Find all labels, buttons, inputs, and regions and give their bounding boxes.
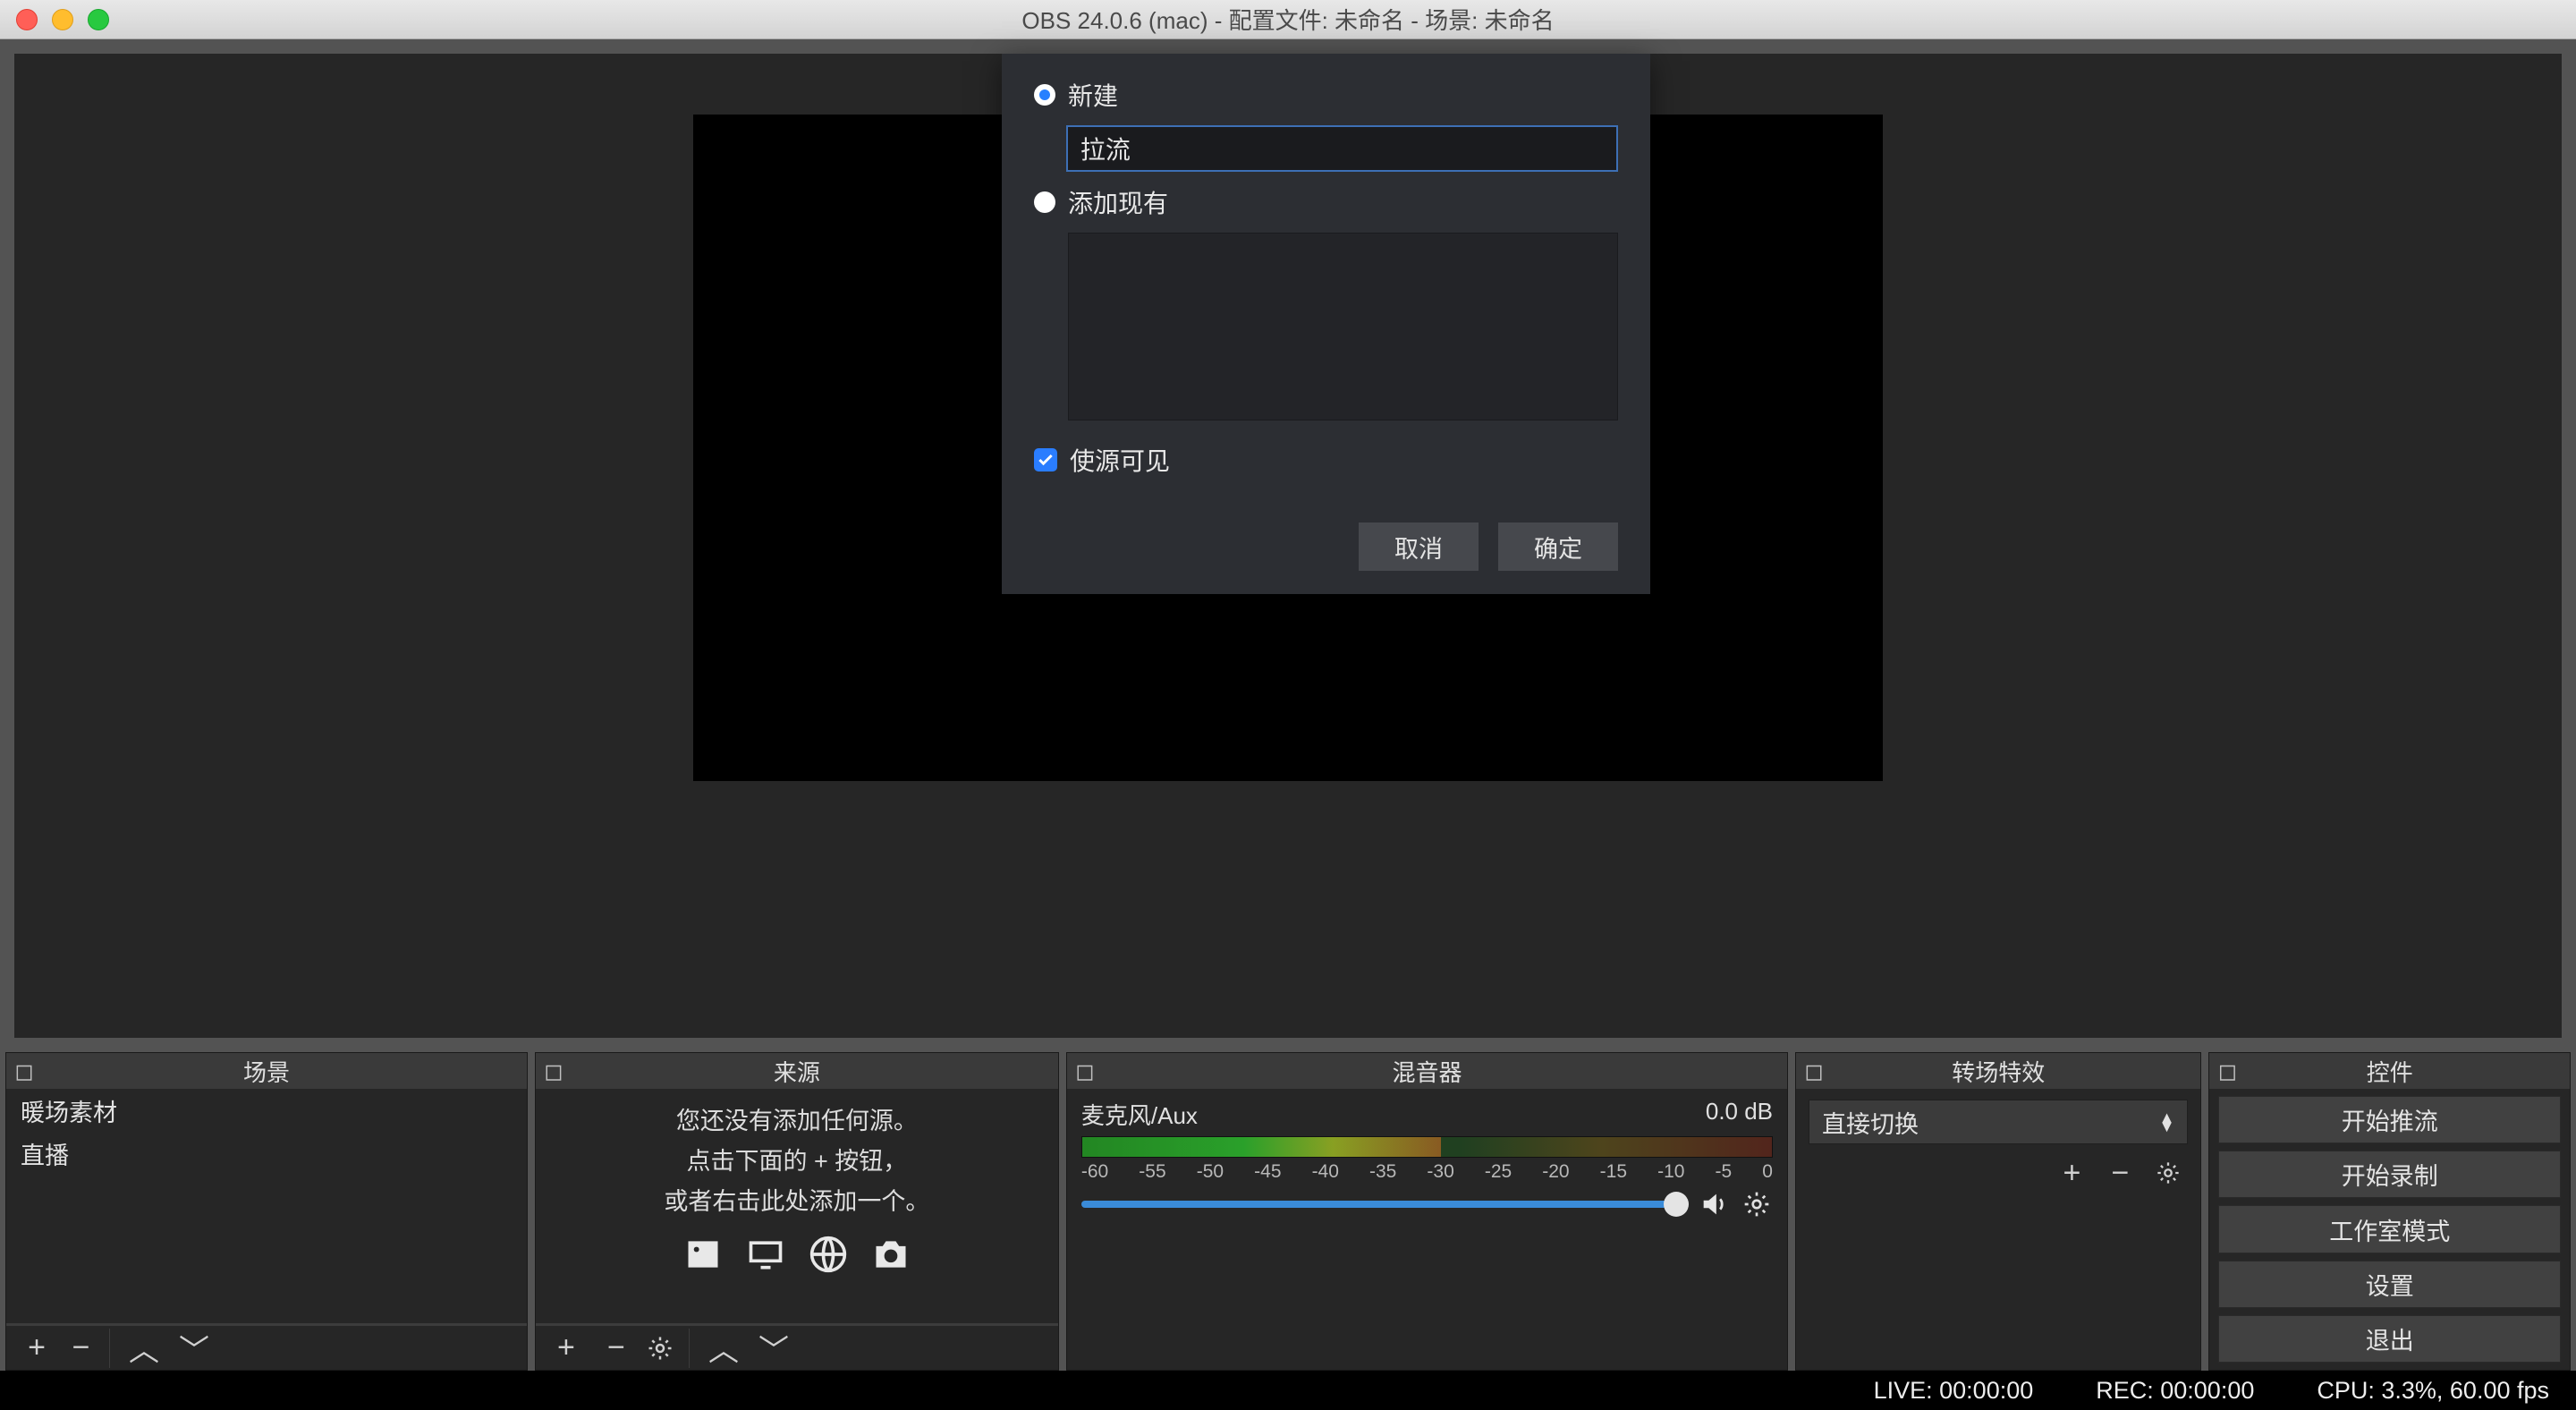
radio-create-new[interactable] (1034, 84, 1055, 106)
mixer-body: 麦克风/Aux 0.0 dB -60-55-50-45-40-35-30-25-… (1067, 1089, 1787, 1370)
camera-icon (869, 1235, 913, 1274)
transitions-dock: ◻ 转场特效 直接切换 ▲▼ + − (1795, 1052, 2201, 1371)
vu-ticks: -60-55-50-45-40-35-30-25-20-15-10-50 (1081, 1161, 1773, 1183)
radio-add-existing-label: 添加现有 (1068, 184, 1168, 220)
existing-sources-list[interactable] (1068, 233, 1618, 420)
image-icon (681, 1235, 725, 1274)
window-titlebar: OBS 24.0.6 (mac) - 配置文件: 未命名 - 场景: 未命名 (0, 0, 2576, 39)
radio-create-new-label: 新建 (1068, 77, 1118, 113)
slider-thumb[interactable] (1664, 1192, 1689, 1217)
transitions-body: 直接切换 ▲▼ + − (1796, 1089, 2200, 1370)
sources-empty-line: 或者右击此处添加一个。 (664, 1182, 929, 1217)
scenes-title: 场景 (243, 1055, 290, 1088)
sources-title: 来源 (774, 1055, 820, 1088)
popout-icon[interactable]: ◻ (1074, 1060, 1096, 1082)
create-source-dialog: 新建 添加现有 使源可见 取消 确定 (1002, 54, 1650, 594)
move-source-up-button[interactable]: ︿ (700, 1329, 747, 1368)
check-icon (1037, 451, 1055, 469)
make-visible-label: 使源可见 (1070, 442, 1170, 478)
speaker-icon[interactable] (1698, 1188, 1730, 1220)
move-scene-up-button[interactable]: ︿ (121, 1329, 167, 1368)
globe-icon (806, 1235, 851, 1274)
gear-icon (2156, 1160, 2181, 1185)
scene-item[interactable]: 直播 (6, 1132, 527, 1175)
transition-selected-label: 直接切换 (1822, 1105, 1919, 1140)
mixer-header: ◻ 混音器 (1067, 1053, 1787, 1089)
mixer-settings-button[interactable] (1741, 1188, 1773, 1220)
gear-icon (1742, 1190, 1771, 1219)
scenes-toolbar: + − ︿ ﹀ (6, 1323, 527, 1370)
status-live: LIVE: 00:00:00 (1874, 1377, 2034, 1405)
radio-add-existing[interactable] (1034, 191, 1055, 213)
popout-icon[interactable]: ◻ (1803, 1060, 1825, 1082)
exit-button[interactable]: 退出 (2218, 1315, 2561, 1363)
sources-header: ◻ 来源 (536, 1053, 1058, 1089)
vu-meter (1081, 1136, 1773, 1158)
popout-icon[interactable]: ◻ (2216, 1060, 2238, 1082)
source-name-input[interactable] (1066, 125, 1618, 172)
docks-row: ◻ 场景 暖场素材 直播 + − ︿ ﹀ ◻ 来源 您还没有添加任何源。 点击下… (0, 1052, 2576, 1371)
source-properties-button[interactable] (643, 1329, 690, 1368)
sources-empty-line: 点击下面的 + 按钮， (687, 1142, 908, 1176)
transition-settings-button[interactable] (2148, 1153, 2188, 1193)
controls-title: 控件 (2367, 1055, 2413, 1088)
sources-empty-state: 您还没有添加任何源。 点击下面的 + 按钮， 或者右击此处添加一个。 (536, 1089, 1058, 1274)
move-scene-down-button[interactable]: ﹀ (171, 1329, 217, 1368)
updown-icon: ▲▼ (2159, 1113, 2175, 1131)
settings-button[interactable]: 设置 (2218, 1261, 2561, 1308)
sources-empty-line: 您还没有添加任何源。 (676, 1101, 918, 1136)
transitions-header: ◻ 转场特效 (1796, 1053, 2200, 1089)
popout-icon[interactable]: ◻ (13, 1060, 35, 1082)
status-bar: LIVE: 00:00:00 REC: 00:00:00 CPU: 3.3%, … (0, 1371, 2576, 1410)
add-transition-button[interactable]: + (2052, 1153, 2091, 1193)
status-cpu: CPU: 3.3%, 60.00 fps (2317, 1377, 2549, 1405)
sources-toolbar: + − ︿ ﹀ (536, 1323, 1058, 1370)
sources-dock: ◻ 来源 您还没有添加任何源。 点击下面的 + 按钮， 或者右击此处添加一个。 … (535, 1052, 1059, 1371)
start-recording-button[interactable]: 开始录制 (2218, 1151, 2561, 1198)
ok-button[interactable]: 确定 (1498, 522, 1618, 571)
remove-transition-button[interactable]: − (2100, 1153, 2140, 1193)
add-scene-button[interactable]: + (13, 1329, 60, 1368)
gear-icon (647, 1335, 674, 1362)
studio-mode-button[interactable]: 工作室模式 (2218, 1205, 2561, 1253)
start-streaming-button[interactable]: 开始推流 (2218, 1096, 2561, 1143)
monitor-icon (743, 1235, 788, 1274)
sources-list[interactable]: 您还没有添加任何源。 点击下面的 + 按钮， 或者右击此处添加一个。 (536, 1089, 1058, 1323)
cancel-button[interactable]: 取消 (1359, 522, 1479, 571)
transitions-title: 转场特效 (1952, 1055, 2045, 1088)
controls-header: ◻ 控件 (2209, 1053, 2570, 1089)
transition-select[interactable]: 直接切换 ▲▼ (1809, 1100, 2188, 1144)
mixer-channel-level: 0.0 dB (1706, 1098, 1773, 1131)
window-title: OBS 24.0.6 (mac) - 配置文件: 未命名 - 场景: 未命名 (0, 3, 2576, 36)
scenes-header: ◻ 场景 (6, 1053, 527, 1089)
remove-scene-button[interactable]: − (64, 1329, 110, 1368)
scenes-list[interactable]: 暖场素材 直播 (6, 1089, 527, 1323)
scenes-dock: ◻ 场景 暖场素材 直播 + − ︿ ﹀ (5, 1052, 528, 1371)
add-source-button[interactable]: + (543, 1329, 589, 1368)
controls-dock: ◻ 控件 开始推流 开始录制 工作室模式 设置 退出 (2208, 1052, 2571, 1371)
remove-source-button[interactable]: − (593, 1329, 640, 1368)
controls-body: 开始推流 开始录制 工作室模式 设置 退出 (2209, 1089, 2570, 1370)
popout-icon[interactable]: ◻ (543, 1060, 564, 1082)
move-source-down-button[interactable]: ﹀ (750, 1329, 797, 1368)
status-rec: REC: 00:00:00 (2096, 1377, 2254, 1405)
scene-item[interactable]: 暖场素材 (6, 1089, 527, 1132)
mixer-channel-name: 麦克风/Aux (1081, 1098, 1198, 1131)
mixer-title: 混音器 (1392, 1055, 1462, 1088)
make-visible-checkbox[interactable] (1034, 448, 1057, 471)
mixer-dock: ◻ 混音器 麦克风/Aux 0.0 dB -60-55-50-45-40-35-… (1066, 1052, 1788, 1371)
volume-slider[interactable] (1081, 1201, 1687, 1208)
